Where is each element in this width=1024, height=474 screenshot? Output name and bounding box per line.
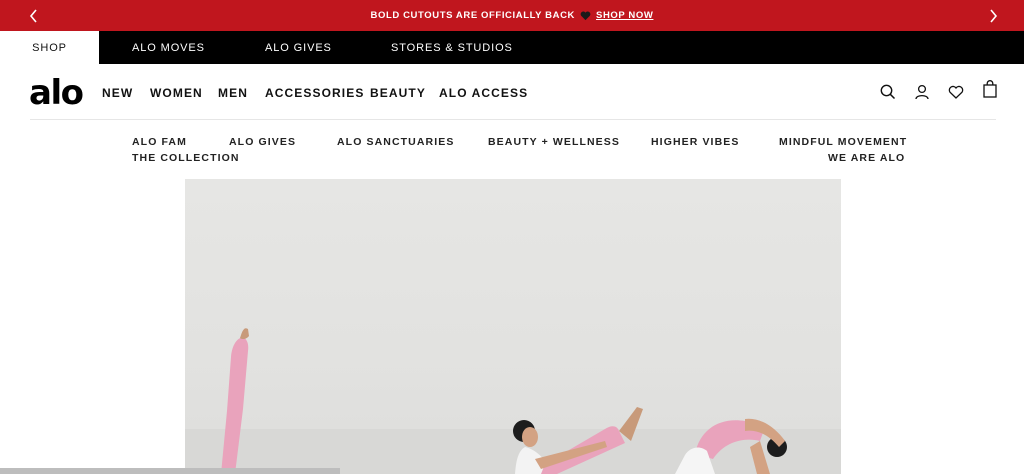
wishlist-heart-icon[interactable] [946, 82, 966, 102]
main-header: alo NEW WOMEN MEN ACCESSORIES BEAUTY ALO… [0, 64, 1024, 120]
nav-beauty[interactable]: BEAUTY [370, 86, 426, 100]
tab-stores-studios[interactable]: STORES & STUDIOS [391, 31, 513, 64]
nav-alo-access[interactable]: ALO ACCESS [439, 86, 528, 100]
subnav-alo-sanctuaries[interactable]: ALO SANCTUARIES [337, 136, 454, 148]
account-icon[interactable] [912, 82, 932, 102]
nav-new[interactable]: NEW [102, 86, 133, 100]
announcement-text: BOLD CUTOUTS ARE OFFICIALLY BACK [370, 10, 576, 21]
subnav-higher-vibes[interactable]: HIGHER VIBES [651, 136, 739, 148]
nav-women[interactable]: WOMEN [150, 86, 203, 100]
shop-now-link[interactable]: SHOP NOW [596, 10, 653, 21]
hero-image[interactable] [185, 179, 841, 474]
subnav-alo-fam[interactable]: ALO FAM [132, 136, 187, 148]
tab-alo-gives[interactable]: ALO GIVES [265, 31, 332, 64]
heart-icon [580, 11, 591, 21]
tab-shop[interactable]: SHOP [0, 31, 99, 64]
subnav-beauty-wellness[interactable]: BEAUTY + WELLNESS [488, 136, 620, 148]
subnav-the-collection[interactable]: THE COLLECTION [132, 152, 240, 164]
scroll-indicator [0, 468, 340, 474]
subnav-we-are-alo[interactable]: WE ARE ALO [828, 152, 905, 164]
tab-alo-moves[interactable]: ALO MOVES [132, 31, 205, 64]
announcement-message: BOLD CUTOUTS ARE OFFICIALLY BACK SHOP NO… [0, 0, 1024, 31]
search-icon[interactable] [878, 82, 898, 102]
chevron-right-icon[interactable] [978, 0, 1008, 31]
announcement-bar: BOLD CUTOUTS ARE OFFICIALLY BACK SHOP NO… [0, 0, 1024, 31]
subnav-alo-gives[interactable]: ALO GIVES [229, 136, 296, 148]
subnav-mindful-movement[interactable]: MINDFUL MOVEMENT [779, 136, 907, 148]
header-divider [30, 119, 996, 120]
bag-icon[interactable] [980, 79, 1000, 99]
nav-men[interactable]: MEN [218, 86, 248, 100]
utility-bar: SHOP ALO MOVES ALO GIVES STORES & STUDIO… [0, 31, 1024, 64]
logo[interactable]: alo [29, 73, 84, 113]
nav-accessories[interactable]: ACCESSORIES [265, 86, 364, 100]
